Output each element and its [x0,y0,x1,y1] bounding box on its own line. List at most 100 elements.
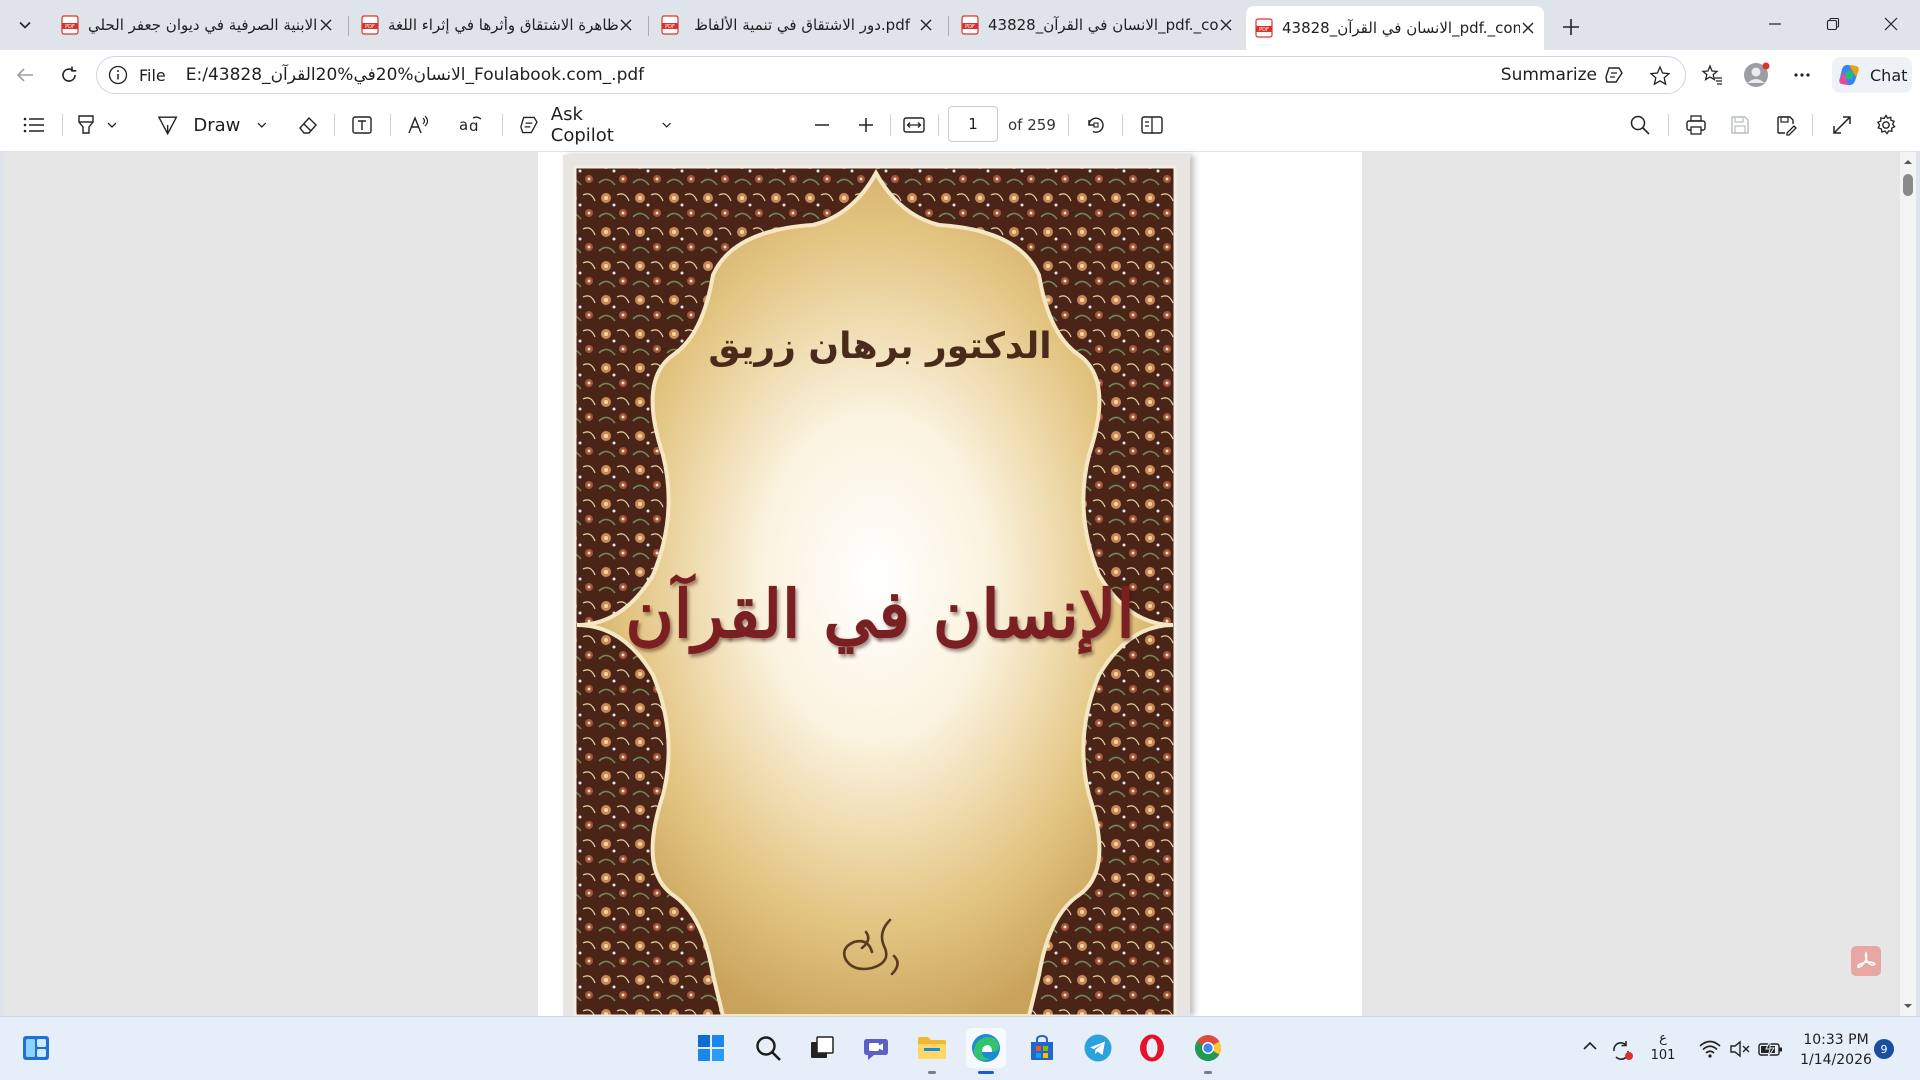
rotate-button[interactable] [1080,108,1112,142]
active-indicator [978,1071,994,1074]
input-language-indicator[interactable]: ع 101 [1648,1030,1678,1064]
save-as-button[interactable] [1770,108,1802,142]
close-icon[interactable] [618,17,634,33]
erase-button[interactable] [292,108,324,142]
close-icon[interactable] [1520,20,1536,36]
sync-status-button[interactable] [1610,1040,1634,1062]
rotate-icon [1088,117,1104,133]
more-options-button[interactable] [1786,59,1818,91]
page-count-label: of 259 [1008,116,1056,134]
widgets-button[interactable] [16,1028,56,1068]
save-button[interactable] [1724,108,1756,142]
gear-icon [1876,114,1896,135]
pdf-icon: PDF [61,15,79,35]
zoom-out-button[interactable] [806,108,838,142]
battery-status[interactable] [1758,1040,1784,1058]
scroll-down-icon[interactable] [1900,1000,1916,1012]
restore-button[interactable] [1804,0,1862,48]
zoom-in-button[interactable] [850,108,882,142]
vertical-scrollbar[interactable] [1900,152,1916,1016]
chevron-down-icon [257,122,267,128]
teams-chat-button[interactable] [856,1028,896,1068]
summarize-button[interactable]: Summarize [1501,64,1625,86]
toolbar-divider [502,114,503,136]
add-text-button[interactable] [346,108,378,142]
plus-icon [859,118,873,132]
fullscreen-button[interactable] [1826,108,1858,142]
page-view-button[interactable] [1136,108,1168,142]
opera-icon [1140,1034,1164,1062]
ime-layout: 101 [1650,1048,1676,1063]
read-aloud-button[interactable] [402,108,434,142]
summarize-label: Summarize [1500,65,1597,85]
fit-to-width-button[interactable] [898,108,930,142]
tab-2[interactable]: PDF ظاهرة الاشتقاق وأثرها في إثراء اللغة [352,6,642,44]
pdf-icon: PDF [361,15,379,35]
wifi-status[interactable] [1698,1040,1722,1058]
url-text[interactable]: E:/43828_الانسان%20في%20القرآن_Foulabook… [186,65,644,85]
tab-1[interactable]: PDF الابنية الصرفية في ديوان جعفر الحلي [52,6,342,44]
close-icon[interactable] [318,17,334,33]
tab-title: الانسان في القرآن_43828_pdf._com. [1282,19,1520,37]
show-hidden-icons-button[interactable] [1580,1040,1600,1052]
minimize-button[interactable] [1746,0,1804,48]
edge-logo-icon [972,1034,1000,1062]
edge-browser-button[interactable] [966,1028,1006,1074]
scroll-up-icon[interactable] [1900,156,1916,168]
close-icon[interactable] [918,17,934,33]
start-button[interactable] [691,1028,731,1068]
contents-button[interactable] [18,108,50,142]
ask-copilot-button[interactable]: Ask Copilot [518,104,672,146]
avatar [1744,62,1770,87]
draw-label: Draw [193,114,241,136]
windows-logo-icon [698,1035,724,1061]
opera-button[interactable] [1132,1028,1172,1068]
toolbar-divider [62,114,63,136]
task-view-button[interactable] [802,1028,842,1068]
notification-badge[interactable]: 9 [1874,1039,1894,1059]
save-as-icon [1777,116,1797,136]
refresh-button[interactable] [52,58,86,92]
chevron-down-icon [19,21,31,29]
favorite-star-icon[interactable] [1649,65,1671,87]
info-icon[interactable] [107,64,129,86]
new-tab-button[interactable] [1554,10,1588,44]
pdf-settings-button[interactable] [1870,108,1902,142]
volume-status[interactable] [1728,1040,1752,1058]
taskbar-search-button[interactable] [748,1028,788,1068]
list-icon [23,117,44,133]
scrollbar-thumb[interactable] [1903,174,1913,196]
tab-title: الانسان في القرآن_43828_pdf._com. [988,16,1218,34]
microsoft-store-button[interactable] [1022,1028,1062,1068]
toolbar-divider [938,114,939,136]
page-number-input[interactable]: 1 [948,106,998,142]
close-icon[interactable] [1218,17,1234,33]
telegram-button[interactable] [1078,1028,1118,1068]
favorites-button[interactable] [1696,59,1728,91]
pdf-icon: PDF [961,15,979,35]
copilot-chat-button[interactable]: Chat [1832,57,1912,93]
toolbar-divider [1812,114,1813,136]
back-button[interactable] [8,58,42,92]
tab-actions-menu[interactable] [8,8,42,42]
system-clock[interactable]: 10:33 PM 1/14/2026 [1790,1030,1882,1070]
profile-button[interactable] [1740,59,1772,91]
tab-5-active[interactable]: PDF الانسان في القرآن_43828_pdf._com. [1246,6,1544,50]
tab-4[interactable]: PDF الانسان في القرآن_43828_pdf._com. [952,6,1242,44]
clock-time: 10:33 PM [1803,1032,1869,1048]
highlight-button[interactable] [74,108,126,142]
translate-button[interactable]: aɑ [456,108,488,142]
close-window-button[interactable] [1862,0,1920,48]
print-button[interactable] [1680,108,1712,142]
toolbar-divider [334,114,335,136]
publisher-logo-icon [842,918,899,976]
acrobat-button[interactable] [1851,946,1881,976]
file-explorer-button[interactable] [912,1028,952,1074]
draw-button[interactable]: Draw [156,108,268,142]
tab-3[interactable]: PDF دور الاشتقاق في تنمية الألفاظ.pdf [652,6,942,44]
find-button[interactable] [1624,108,1656,142]
text-box-icon [352,116,372,134]
acrobat-icon [1857,951,1876,968]
chrome-button[interactable] [1188,1028,1228,1074]
address-bar[interactable]: File E:/43828_الانسان%20في%20القرآن_Foul… [96,56,1686,94]
